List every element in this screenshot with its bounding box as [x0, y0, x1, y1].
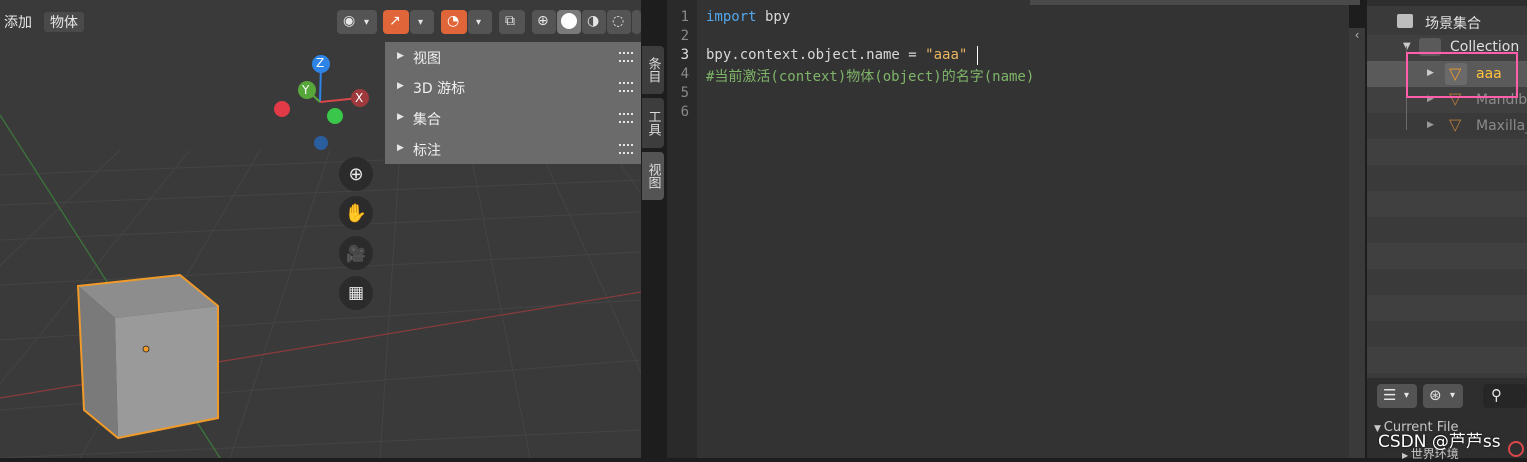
editor-scrollbar[interactable]	[1349, 28, 1365, 458]
xray-icon: ⧉	[505, 13, 515, 29]
gizmo-x-label: X	[355, 91, 364, 105]
line-number: 1	[680, 9, 689, 25]
close-icon[interactable]: ‹	[1350, 28, 1364, 44]
panel-label: 标注	[413, 143, 441, 159]
chevron-down-icon: ▾	[1404, 390, 1410, 401]
gizmo-z-label: Z	[316, 56, 325, 70]
chevron-down-icon: ▾	[1450, 390, 1456, 401]
outliner-empty-row	[1367, 295, 1527, 321]
shading-rendered[interactable]: ◌	[607, 10, 631, 34]
triangle-right-icon: ▶	[1402, 451, 1411, 460]
outliner-empty-row	[1367, 347, 1527, 373]
line-number: 2	[680, 28, 689, 44]
cube-object	[76, 273, 219, 440]
triangle-right-icon: ▶	[397, 51, 404, 61]
triangle-right-icon: ▶	[1427, 120, 1434, 130]
code-token: bpy	[756, 9, 791, 25]
wireframe-icon: ⊕	[537, 13, 549, 29]
shading-solid[interactable]	[557, 10, 581, 34]
outliner-label: Maxilla_	[1476, 118, 1527, 134]
string-token: "aaa"	[925, 47, 968, 63]
gizmo-toggle[interactable]: ↗	[383, 10, 409, 34]
gizmo-y-label: Y	[302, 83, 310, 97]
code-line-4[interactable]: #当前激活(context)物体(object)的名字(name)	[706, 66, 1034, 86]
xray-toggle[interactable]: ⧉	[499, 10, 525, 34]
outliner-row-scene-collection[interactable]: 场景集合	[1367, 9, 1527, 35]
gizmo-icon: ↗	[389, 13, 401, 29]
outliner-header-strip	[1367, 0, 1527, 6]
code-line-3[interactable]: bpy.context.object.name = "aaa"	[706, 47, 967, 63]
panel-annotation[interactable]: ▶ 标注	[385, 134, 641, 164]
filter-dropdown[interactable]: ⊛ ▾	[1423, 384, 1463, 408]
panel-view[interactable]: ▶ 视图	[385, 42, 641, 72]
menu-add[interactable]: 添加	[4, 12, 32, 32]
highlight-box	[1406, 52, 1518, 98]
display-mode-dropdown[interactable]: ☰ ▾	[1377, 384, 1417, 408]
overlay-dropdown[interactable]: ▾	[468, 10, 492, 34]
line-number: 3	[680, 47, 689, 63]
pan-button[interactable]: ✋	[339, 196, 373, 230]
line-number: 5	[680, 85, 689, 101]
tab-tool[interactable]: 工具	[642, 98, 664, 148]
shading-wireframe[interactable]: ⊕	[532, 10, 556, 34]
eye-icon: ◉	[343, 13, 356, 29]
panel-label: 视图	[413, 51, 441, 67]
outliner-empty-row	[1367, 139, 1527, 165]
gizmo-dropdown[interactable]: ▾	[410, 10, 434, 34]
outliner-label: 场景集合	[1425, 16, 1481, 32]
code-line-1[interactable]: import bpy	[706, 9, 790, 25]
keyword-token: import	[706, 9, 757, 25]
search-icon: ⚲	[1491, 386, 1502, 404]
menu-object[interactable]: 物体	[44, 12, 84, 32]
outliner-empty-row	[1367, 191, 1527, 217]
panel-label: 集合	[413, 112, 441, 128]
triangle-right-icon: ▶	[397, 81, 404, 91]
shading-material[interactable]: ◑	[582, 10, 606, 34]
zoom-in-icon: ⊕	[348, 163, 364, 185]
visibility-dropdown[interactable]: ◉ ▾	[337, 10, 377, 34]
camera-icon: 🎥	[346, 243, 366, 263]
tab-view[interactable]: 视图	[642, 152, 664, 200]
tree-icon: ☰	[1383, 386, 1397, 404]
triangle-right-icon: ▶	[397, 112, 404, 122]
editor-header-strip	[1030, 0, 1360, 5]
triangle-right-icon: ▶	[397, 143, 404, 153]
panel-3d-cursor[interactable]: ▶ 3D 游标	[385, 72, 641, 102]
chevron-down-icon: ▾	[476, 17, 482, 28]
material-preview-icon: ◑	[587, 13, 600, 29]
panel-collection[interactable]: ▶ 集合	[385, 103, 641, 133]
perspective-button[interactable]: ▦	[339, 276, 373, 310]
camera-button[interactable]: 🎥	[339, 236, 373, 270]
outliner-row-maxilla[interactable]: ▶ ▽ Maxilla_	[1367, 113, 1527, 139]
watermark: CSDN @芦芦ss	[1378, 432, 1501, 452]
blender-icon: ⊛	[1429, 386, 1442, 404]
overlay-icon: ◔	[447, 13, 460, 29]
line-number: 6	[680, 104, 689, 120]
chevron-down-icon: ▾	[418, 17, 424, 28]
solid-shading-icon	[561, 13, 577, 29]
chevron-down-icon: ▾	[364, 17, 370, 28]
grip-icon[interactable]	[619, 113, 633, 123]
collection-icon	[1397, 14, 1413, 28]
sidebar-panel: ▶ 视图 ▶ 3D 游标 ▶ 集合 ▶ 标注	[385, 42, 641, 164]
zoom-button[interactable]: ⊕	[339, 157, 373, 191]
outliner-empty-row	[1367, 243, 1527, 269]
shading-dropdown[interactable]	[632, 10, 641, 34]
search-input[interactable]: ⚲	[1483, 384, 1527, 408]
hand-icon: ✋	[344, 202, 368, 224]
grip-icon[interactable]	[619, 144, 633, 154]
rendered-icon: ◌	[612, 13, 625, 29]
grip-icon[interactable]	[619, 82, 633, 92]
overlay-toggle[interactable]: ◔	[441, 10, 467, 34]
text-cursor	[977, 46, 978, 65]
code-token: bpy.context.object.name =	[706, 47, 926, 63]
grid-icon: ▦	[347, 283, 365, 303]
world-icon	[1508, 441, 1524, 457]
panel-label: 3D 游标	[413, 81, 466, 97]
line-number: 4	[680, 66, 689, 82]
grip-icon[interactable]	[619, 52, 633, 62]
mesh-icon: ▽	[1449, 115, 1462, 134]
tab-item[interactable]: 条目	[642, 46, 664, 94]
